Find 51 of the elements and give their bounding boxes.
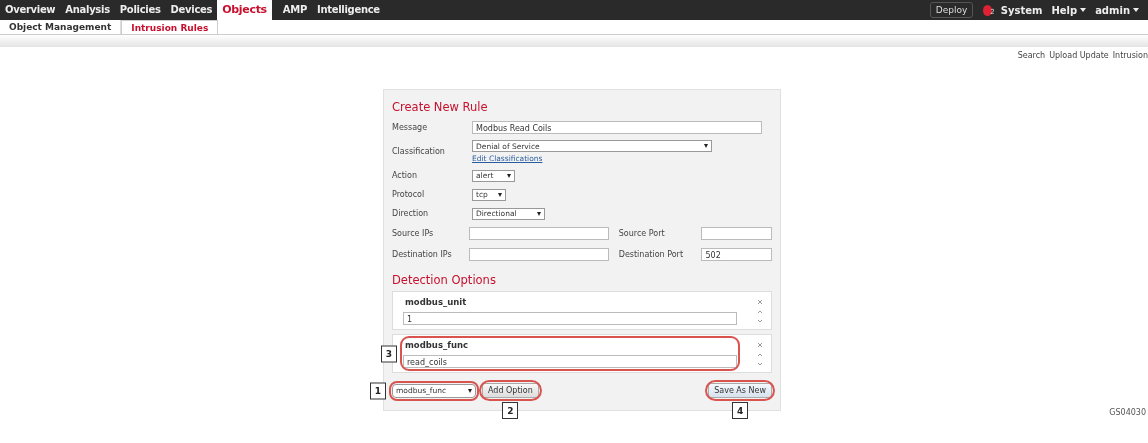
sub-tab[interactable]: Intrusion Rules bbox=[121, 20, 219, 34]
field-label: Source IPs bbox=[392, 229, 435, 238]
nav-tab[interactable]: Analysis bbox=[60, 0, 115, 20]
nav-tab[interactable]: AMP bbox=[277, 0, 312, 20]
deploy-button[interactable]: Deploy bbox=[929, 2, 974, 18]
nav-tab[interactable]: Devices bbox=[165, 0, 218, 20]
toolbar-link[interactable]: Intrusion bbox=[1112, 51, 1148, 63]
save-as-new-button[interactable]: Save As New bbox=[708, 383, 772, 398]
option-name: modbus_func bbox=[404, 339, 470, 351]
chevron-up-icon[interactable] bbox=[757, 352, 763, 357]
caret-icon[interactable] bbox=[1133, 8, 1139, 12]
input-field[interactable] bbox=[701, 227, 772, 240]
nav-tab[interactable]: Intelligence bbox=[311, 0, 385, 20]
add-option-button[interactable]: Add Option bbox=[482, 383, 539, 398]
nav-menu[interactable]: System bbox=[1000, 4, 1043, 16]
alert-icon[interactable] bbox=[983, 4, 993, 16]
field-label: Classification bbox=[392, 147, 446, 156]
toolbar-link[interactable]: Search bbox=[1017, 51, 1046, 63]
toolbar-link[interactable]: Upload Update bbox=[1049, 51, 1109, 63]
input-field[interactable]: 502 bbox=[701, 248, 772, 261]
message-input[interactable]: Modbus Read Coils bbox=[472, 121, 762, 134]
field-label: Action bbox=[392, 171, 419, 180]
callout-number: 2 bbox=[502, 402, 519, 419]
caret-icon[interactable] bbox=[1080, 8, 1087, 12]
field-label: Direction bbox=[392, 209, 430, 218]
field-label: Source Port bbox=[618, 229, 666, 238]
option-input[interactable]: 1 bbox=[403, 312, 737, 325]
option-name: modbus_unit bbox=[404, 296, 468, 308]
nav-menu[interactable]: admin bbox=[1095, 4, 1130, 16]
input-field[interactable] bbox=[468, 227, 609, 240]
option-input[interactable]: read_coils bbox=[403, 355, 737, 368]
field-label: Protocol bbox=[392, 190, 426, 199]
callout-number: 1 bbox=[370, 382, 386, 399]
field-label: Message bbox=[392, 123, 429, 132]
chevron-down-icon[interactable] bbox=[757, 318, 763, 323]
chevron-down-icon[interactable] bbox=[757, 361, 763, 366]
close-icon[interactable] bbox=[757, 298, 763, 305]
callout-number: 3 bbox=[381, 345, 397, 362]
form-title: Create New Rule bbox=[392, 100, 489, 114]
field-label: Destination Port bbox=[618, 250, 685, 259]
input-field[interactable] bbox=[468, 248, 609, 261]
nav-menu[interactable]: Help bbox=[1051, 4, 1078, 16]
chevron-up-icon[interactable] bbox=[757, 309, 763, 314]
figure-id: GS04030 bbox=[1109, 408, 1146, 417]
callout-number: 4 bbox=[732, 402, 749, 419]
section-title: Detection Options bbox=[392, 273, 497, 287]
nav-tab[interactable]: Policies bbox=[114, 0, 166, 20]
field-label: Destination IPs bbox=[392, 250, 453, 259]
nav-tab[interactable]: Overview bbox=[0, 0, 61, 20]
close-icon[interactable] bbox=[757, 341, 763, 348]
nav-tab[interactable]: Objects bbox=[217, 0, 272, 20]
